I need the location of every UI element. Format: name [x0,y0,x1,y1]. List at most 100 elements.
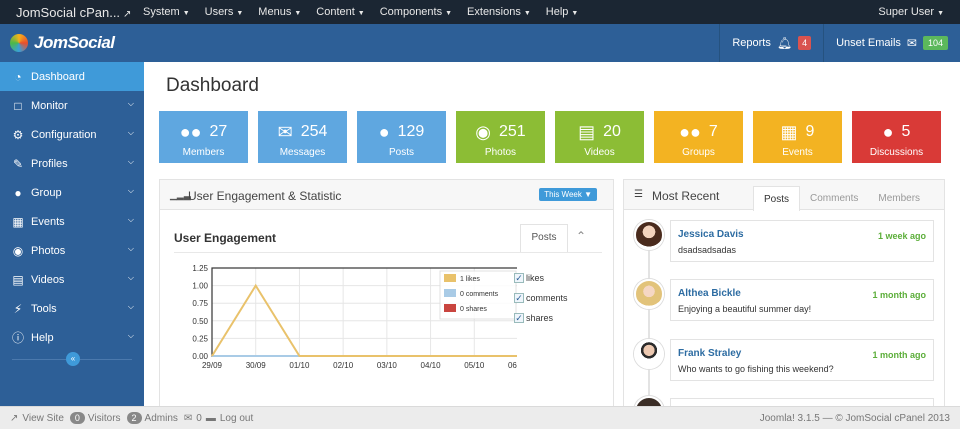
panel-title: User Engagement & Statistic [188,189,342,203]
site-brand-link[interactable]: JomSocial cPan... ↗ [0,5,140,20]
check-icon: ✓ [514,293,524,303]
menu-help[interactable]: Help ▼ [546,6,579,18]
legend-swatch [444,304,456,312]
x-tick-label: 06/10 [508,361,517,370]
view-site-link[interactable]: View Site [22,413,64,424]
menu-system[interactable]: System ▼ [143,6,190,18]
user-menu[interactable]: Super User ▼ [878,6,944,18]
sidebar-item-videos[interactable]: ▤ Videos ⌵ [0,265,144,294]
tab-posts[interactable]: Posts [520,224,568,252]
stat-messages[interactable]: ✉ 254 Messages [258,111,347,163]
logout-link[interactable]: Log out [220,413,253,424]
chevron-down-icon: ⌵ [127,244,134,253]
legend-label: 0 shares [460,306,487,313]
sidebar-item-help[interactable]: ⓘ Help ⌵ [0,323,144,352]
sidebar-item-label: Configuration [31,128,97,141]
panel-header: ▁▂▃ User Engagement & Statistic This Wee… [160,180,613,210]
stat-photos[interactable]: ◉ 251 Photos [456,111,545,163]
post-message: Who wants to go fishing this weekend? [678,364,834,374]
avatar[interactable] [634,279,664,309]
stat-members[interactable]: ●● 27 Members [159,111,248,163]
avatar[interactable] [634,220,664,250]
list-item: Althea Bickle 1 month ago Enjoying a bea… [670,279,934,321]
sidebar-item-label: Monitor [31,99,68,112]
unset-emails-button[interactable]: Unset Emails ✉ 104 [823,24,960,62]
checkbox-label: likes [526,273,545,283]
chevron-up-icon[interactable]: ⌃ [576,229,586,243]
author-name[interactable]: Jessica Davis [678,229,744,240]
period-dropdown[interactable]: This Week ▼ [539,188,597,201]
camera-icon: ◉ [475,121,491,142]
admin-topbar: JomSocial cPan... ↗ System ▼ Users ▼ Menus ▼… [0,0,960,24]
messages-count: 0 [196,412,202,424]
sidebar-item-events[interactable]: ▦ Events ⌵ [0,207,144,236]
unset-emails-count-badge: 104 [922,36,948,50]
stat-posts[interactable]: ● 129 Posts [357,111,446,163]
stat-groups[interactable]: ●● 7 Groups [654,111,743,163]
stat-number: 7 [708,123,718,140]
legend-label: 0 comments [460,291,499,298]
sidebar-item-monitor[interactable]: □ Monitor ⌵ [0,91,144,120]
reports-button[interactable]: Reports 🔔︎ 4 [719,24,823,62]
admins-label: Admins [144,412,178,424]
reports-count-badge: 4 [798,36,812,50]
list-item: Jessica Davis 1 week ago dsadsadsadas [670,220,934,262]
checkbox-likes[interactable]: ✓ likes [514,268,568,288]
menu-users[interactable]: Users ▼ [205,6,244,18]
list-icon: ☰ [634,189,643,200]
admin-menu: System ▼ Users ▼ Menus ▼ Content ▼ Component… [143,6,593,18]
sidebar-item-label: Dashboard [31,70,85,83]
menu-extensions[interactable]: Extensions ▼ [467,6,531,18]
checkbox-shares[interactable]: ✓ shares [514,308,568,328]
x-tick-label: 01/10 [289,361,310,370]
group-icon: ● [14,185,22,200]
logo-swirl-icon [8,32,30,54]
jomsocial-logo[interactable]: JomSocial [8,32,115,54]
stat-number: 5 [901,123,911,140]
author-name[interactable]: Althea Bickle [678,288,741,299]
menu-label: System [143,6,180,18]
sidebar-item-group[interactable]: ● Group ⌵ [0,178,144,207]
sidebar-item-tools[interactable]: ⚡︎ Tools ⌵ [0,294,144,323]
x-tick-label: 04/10 [421,361,442,370]
envelope-icon: ✉ [183,412,193,424]
x-tick-label: 02/10 [333,361,354,370]
post-time: 1 month ago [872,350,927,360]
stat-number: 9 [805,123,815,140]
stat-number: 129 [397,123,425,140]
menu-menus[interactable]: Menus ▼ [258,6,301,18]
post-time: 1 month ago [872,290,927,300]
external-link-icon: ↗ [10,412,19,424]
sidebar-item-dashboard[interactable]: ◔ Dashboard [0,62,144,91]
film-icon: ▤ [12,272,24,287]
sidebar-item-photos[interactable]: ◉ Photos ⌵ [0,236,144,265]
tab-comments[interactable]: Comments [800,186,868,211]
stat-events[interactable]: ▦ 9 Events [753,111,842,163]
bolt-icon: ⚡︎ [13,301,23,316]
sidebar-item-profiles[interactable]: ✎ Profiles ⌵ [0,149,144,178]
stat-videos[interactable]: ▤ 20 Videos [555,111,644,163]
stats-row: ●● 27 Members ✉ 254 Messages ● 129 Posts ◉ 2… [159,111,951,163]
sidebar-item-configuration[interactable]: ⚙ Configuration ⌵ [0,120,144,149]
status-footer: ↗ View Site 0 Visitors 2 Admins ✉ 0 ▬ Lo… [0,406,960,429]
avatar[interactable] [634,339,664,369]
author-name[interactable]: Frank Straley [678,348,741,359]
collapse-sidebar-icon[interactable]: « [66,352,80,366]
y-tick-label: 0.75 [192,299,208,308]
sidebar-item-label: Help [31,331,54,344]
chevron-down-icon: ⌵ [127,331,134,340]
stat-label: Discussions [869,147,924,158]
stat-number: 254 [300,123,328,140]
stat-discussions[interactable]: ● 5 Discussions [852,111,941,163]
stat-number: 27 [209,123,228,140]
x-tick-label: 29/09 [202,361,223,370]
post-message: dsadsadsadas [678,245,737,255]
menu-components[interactable]: Components ▼ [380,6,452,18]
menu-content[interactable]: Content ▼ [316,6,364,18]
engagement-title: User Engagement [174,231,277,245]
tab-members[interactable]: Members [868,186,930,211]
tab-posts[interactable]: Posts [753,186,801,211]
checkbox-comments[interactable]: ✓ comments [514,288,568,308]
stat-label: Messages [279,147,326,158]
copyright-text: Joomla! 3.1.5 — © JomSocial cPanel 2013 [759,413,950,424]
